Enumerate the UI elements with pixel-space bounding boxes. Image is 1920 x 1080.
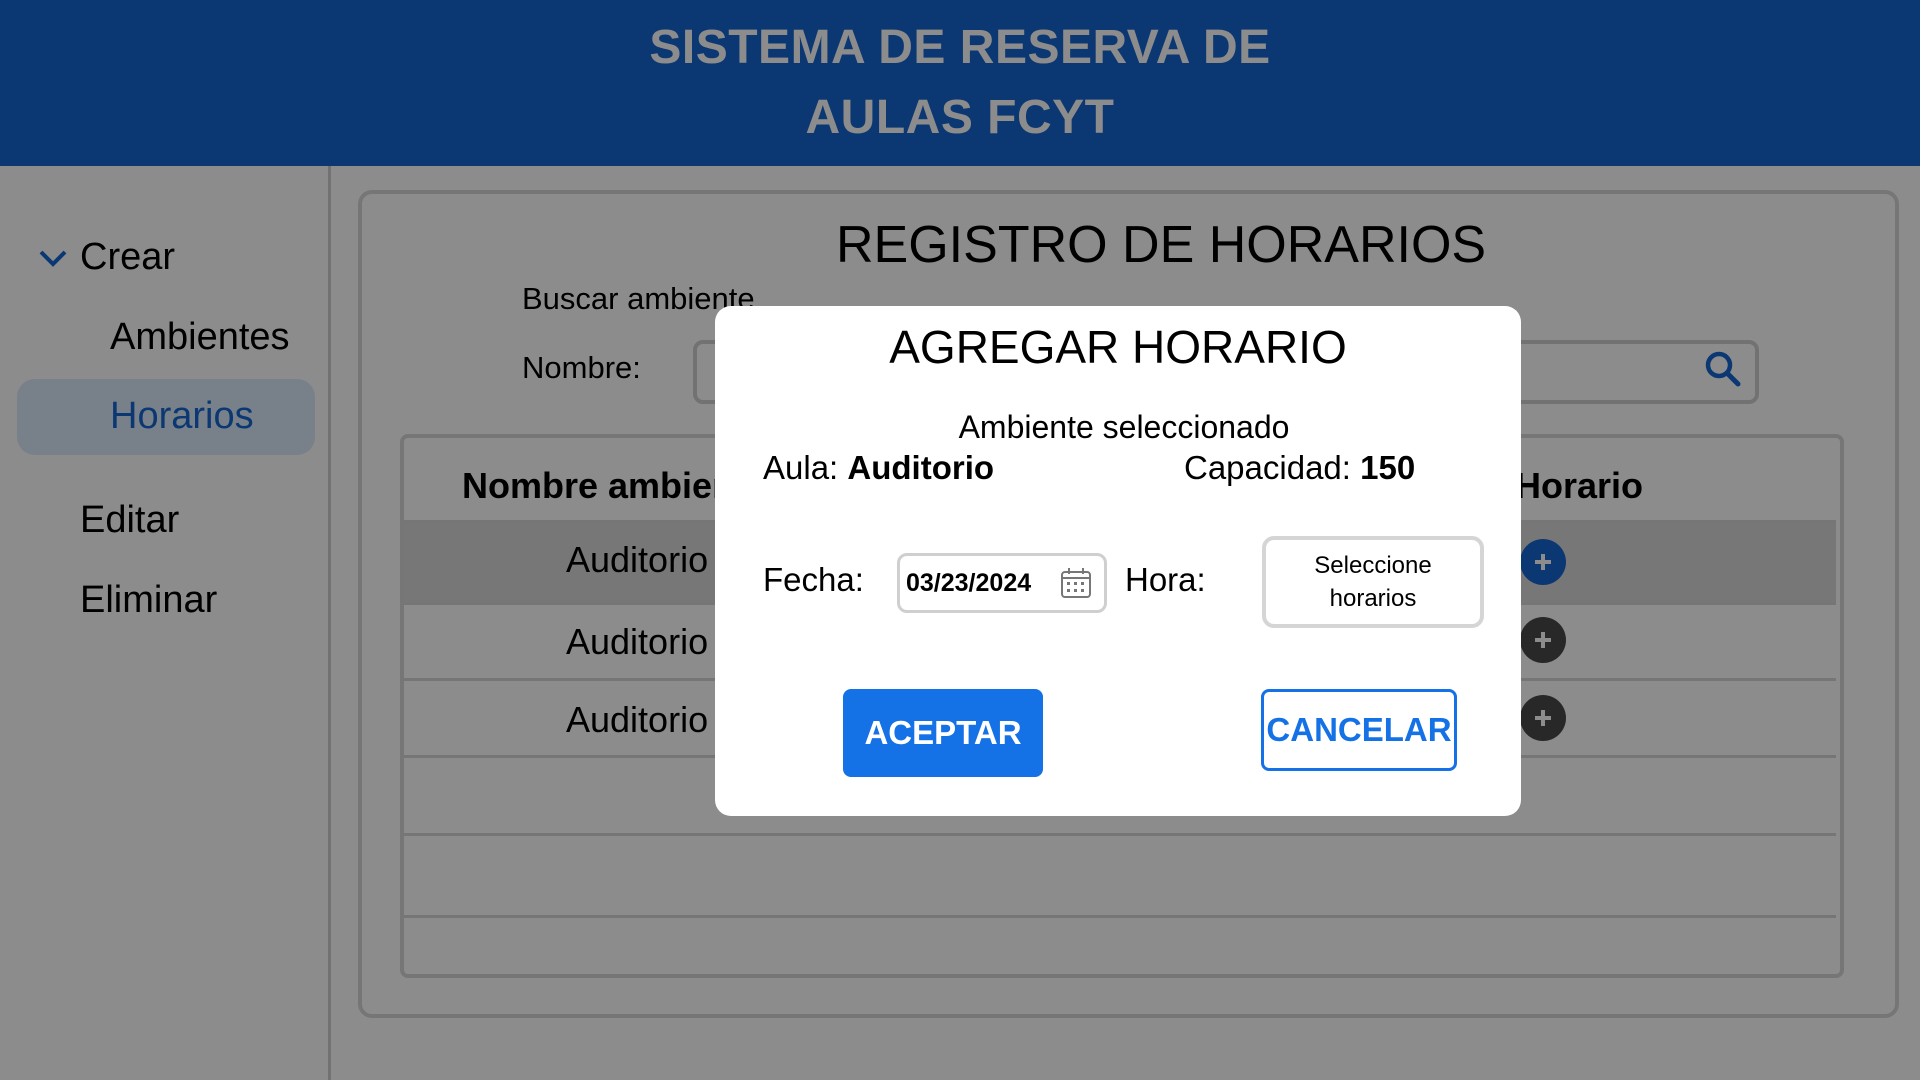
date-value: 03/23/2024 [906, 568, 1032, 597]
capacidad-label: Capacidad: [1184, 449, 1351, 486]
fecha-label: Fecha: [763, 561, 864, 598]
modal-title: AGREGAR HORARIO [889, 321, 1347, 373]
capacidad-info: Capacidad: 150 [1184, 449, 1415, 487]
cancel-button[interactable]: CANCELAR [1261, 689, 1457, 771]
aula-label: Aula: [763, 449, 839, 486]
modal-subtitle: Ambiente seleccionado [958, 409, 1290, 445]
hora-label: Hora: [1125, 561, 1206, 598]
hours-select[interactable]: Seleccione horarios [1262, 536, 1484, 628]
calendar-icon[interactable] [1060, 567, 1092, 599]
hours-select-placeholder: Seleccione horarios [1314, 552, 1432, 612]
capacidad-value: 150 [1360, 449, 1416, 486]
accept-button[interactable]: ACEPTAR [843, 689, 1043, 777]
add-schedule-modal: AGREGAR HORARIO Ambiente seleccionado Au… [715, 306, 1521, 816]
aula-value: Auditorio [847, 449, 995, 486]
date-input[interactable]: 03/23/2024 [897, 553, 1107, 613]
aula-info: Aula: Auditorio [763, 449, 994, 487]
